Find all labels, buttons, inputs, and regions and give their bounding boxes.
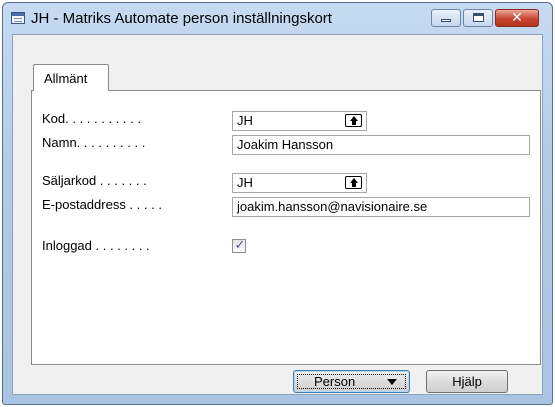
form-client-area: Allmänt Kod. . . . . . . . . . . JH Namn…: [12, 34, 543, 395]
close-button[interactable]: ✕: [495, 9, 539, 27]
saljarkod-field[interactable]: JH: [232, 173, 367, 193]
tab-label: Allmänt: [44, 71, 88, 86]
checkmark-icon: ✓: [234, 237, 246, 252]
lookup-arrow-icon[interactable]: [345, 114, 362, 127]
tab-panel-allmant: Kod. . . . . . . . . . . JH Namn. . . . …: [31, 90, 541, 365]
person-menu-button[interactable]: Person: [293, 370, 410, 393]
namn-value: Joakim Hansson: [237, 137, 334, 152]
person-button-label: Person: [314, 374, 356, 389]
minimize-icon: [441, 19, 451, 22]
kod-label: Kod. . . . . . . . . . .: [42, 111, 141, 126]
close-icon: ✕: [511, 9, 523, 25]
title-bar[interactable]: JH - Matriks Automate person inställning…: [3, 3, 552, 33]
window-title: JH - Matriks Automate person inställning…: [31, 10, 332, 27]
inloggad-checkbox[interactable]: ✓: [232, 237, 246, 253]
epost-field[interactable]: joakim.hansson@navisionaire.se: [232, 197, 530, 217]
epost-label: E-postaddress . . . . .: [42, 197, 162, 212]
tab-allmant[interactable]: Allmänt: [33, 64, 109, 91]
inloggad-label: Inloggad . . . . . . . .: [42, 238, 150, 253]
help-button[interactable]: Hjälp: [426, 370, 508, 393]
maximize-icon: [473, 13, 484, 22]
epost-value: joakim.hansson@navisionaire.se: [237, 199, 428, 214]
saljarkod-value: JH: [237, 175, 253, 190]
kod-value: JH: [237, 113, 253, 128]
form-window-icon[interactable]: [11, 12, 25, 24]
namn-field[interactable]: Joakim Hansson: [232, 135, 530, 155]
help-button-label: Hjälp: [452, 374, 482, 389]
lookup-arrow-icon[interactable]: [345, 176, 362, 189]
saljarkod-label: Säljarkod . . . . . . .: [42, 173, 147, 188]
minimize-button[interactable]: [431, 9, 461, 27]
chevron-down-icon: [387, 379, 397, 385]
maximize-button[interactable]: [463, 9, 493, 27]
app-window: JH - Matriks Automate person inställning…: [2, 2, 553, 405]
kod-field[interactable]: JH: [232, 111, 367, 131]
namn-label: Namn. . . . . . . . . .: [42, 135, 146, 150]
